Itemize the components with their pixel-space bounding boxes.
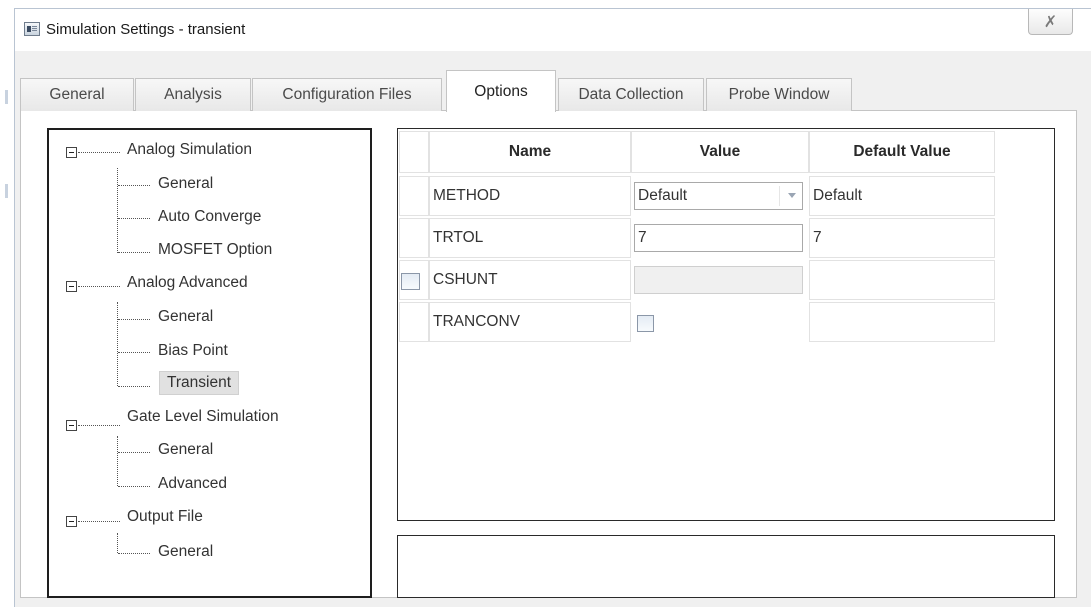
- tree-connector: [118, 452, 150, 453]
- tree-connector: [118, 386, 150, 387]
- column-header-default-value[interactable]: Default Value: [809, 131, 995, 173]
- tree-line: [117, 436, 118, 486]
- chevron-down-icon[interactable]: [788, 193, 796, 198]
- tree-item-general[interactable]: General: [158, 441, 213, 459]
- close-button[interactable]: ✗: [1028, 9, 1073, 35]
- row-header-cell: [399, 176, 429, 216]
- tab-general[interactable]: General: [20, 78, 134, 111]
- tree-connector: [78, 286, 120, 287]
- tree-connector: [118, 185, 150, 186]
- tree-item-bias-point[interactable]: Bias Point: [158, 342, 228, 360]
- tab-label: Data Collection: [578, 86, 684, 103]
- tree-connector: [78, 152, 120, 153]
- window-title: Simulation Settings - transient: [46, 21, 246, 38]
- app-icon: [24, 22, 40, 36]
- cshunt-input-disabled: [634, 266, 803, 294]
- close-icon: ✗: [1043, 13, 1058, 31]
- tab-probe-window[interactable]: Probe Window: [706, 78, 852, 111]
- collapse-icon[interactable]: [66, 420, 77, 431]
- trtol-value: 7: [638, 229, 647, 246]
- column-header-value[interactable]: Value: [631, 131, 809, 173]
- property-grid[interactable]: Name Value Default Value METHOD Default …: [397, 128, 1055, 521]
- tree-line: [117, 168, 118, 253]
- tab-options[interactable]: Options: [446, 70, 556, 112]
- param-name-method: METHOD: [429, 176, 631, 216]
- tab-data-collection[interactable]: Data Collection: [558, 78, 704, 111]
- tab-label: Options: [474, 82, 528, 100]
- collapse-icon[interactable]: [66, 516, 77, 527]
- left-edge-mark: [5, 184, 8, 198]
- tab-configuration-files[interactable]: Configuration Files: [252, 78, 442, 111]
- tree-item-general[interactable]: General: [158, 175, 213, 193]
- tree-group-analog-advanced[interactable]: Analog Advanced: [127, 274, 248, 292]
- tree-connector: [118, 319, 150, 320]
- tab-label: Probe Window: [728, 86, 830, 103]
- tree-connector: [78, 425, 120, 426]
- tab-label: Configuration Files: [282, 86, 412, 103]
- collapse-icon[interactable]: [66, 281, 77, 292]
- tree-connector: [118, 352, 150, 353]
- tree-group-analog-simulation[interactable]: Analog Simulation: [127, 141, 252, 159]
- collapse-icon[interactable]: [66, 147, 77, 158]
- options-tree[interactable]: Analog Simulation General Auto Converge …: [47, 128, 372, 598]
- tranconv-checkbox[interactable]: [637, 315, 654, 332]
- tab-analysis[interactable]: Analysis: [135, 78, 251, 111]
- tree-connector: [118, 486, 150, 487]
- tab-label: Analysis: [164, 86, 222, 103]
- row-header-cell: [399, 131, 429, 173]
- row-header-cell: [399, 218, 429, 258]
- tree-connector: [118, 252, 150, 253]
- cshunt-enable-checkbox[interactable]: [401, 273, 420, 290]
- description-panel: [397, 535, 1055, 598]
- tree-group-output-file[interactable]: Output File: [127, 508, 203, 526]
- tree-item-mosfet-option[interactable]: MOSFET Option: [158, 241, 272, 259]
- row-header-cell: [399, 302, 429, 342]
- method-selected-value: Default: [638, 187, 688, 204]
- tree-item-advanced[interactable]: Advanced: [158, 475, 227, 493]
- tree-connector: [78, 521, 120, 522]
- default-value-trtol: 7: [809, 218, 995, 258]
- param-name-cshunt: CSHUNT: [429, 260, 631, 300]
- tree-line: [117, 533, 118, 553]
- tree-item-transient-selected[interactable]: Transient: [159, 371, 240, 395]
- default-value-method: Default: [809, 176, 995, 216]
- trtol-input[interactable]: 7: [634, 224, 803, 252]
- title-bar[interactable]: Simulation Settings - transient ✗: [15, 9, 1091, 51]
- tree-item-auto-converge[interactable]: Auto Converge: [158, 208, 261, 226]
- default-value-cshunt: [809, 260, 995, 300]
- param-name-tranconv: TRANCONV: [429, 302, 631, 342]
- default-value-tranconv: [809, 302, 995, 342]
- tree-line: [117, 302, 118, 386]
- tree-group-gate-level-simulation[interactable]: Gate Level Simulation: [127, 408, 279, 426]
- left-edge-mark: [5, 90, 8, 104]
- tree-connector: [118, 553, 150, 554]
- tree-item-general[interactable]: General: [158, 543, 213, 561]
- dropdown-separator: [779, 186, 780, 206]
- tab-label: General: [49, 86, 105, 103]
- tree-connector: [118, 218, 150, 219]
- tree-item-general[interactable]: General: [158, 308, 213, 326]
- method-dropdown[interactable]: Default: [634, 182, 803, 210]
- column-header-name[interactable]: Name: [429, 131, 631, 173]
- param-name-trtol: TRTOL: [429, 218, 631, 258]
